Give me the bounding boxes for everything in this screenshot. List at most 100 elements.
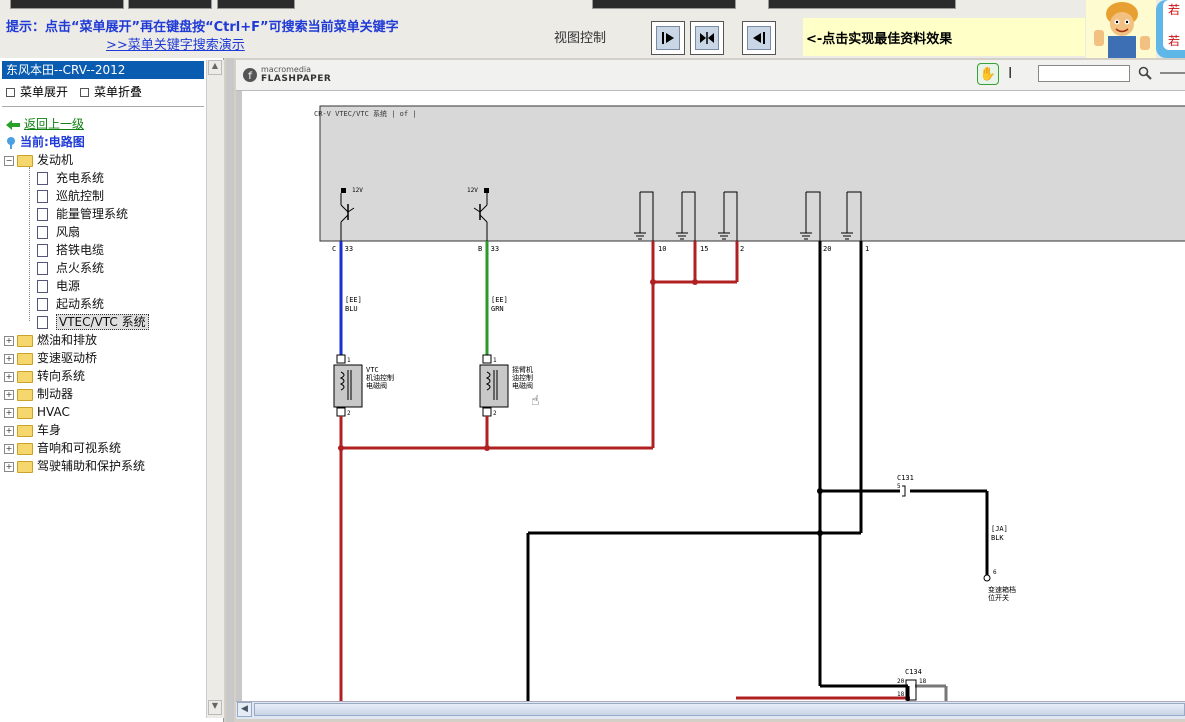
- tree-folder[interactable]: + 制动器: [4, 385, 73, 403]
- expand-toggle-icon[interactable]: +: [4, 425, 14, 436]
- top-tab-5[interactable]: [768, 0, 956, 9]
- view-split-button[interactable]: [690, 21, 724, 55]
- best-effect-label: <-点击实现最佳资料效果: [806, 32, 953, 47]
- top-tab-3[interactable]: [217, 0, 295, 9]
- tree-item[interactable]: 巡航控制: [37, 187, 104, 205]
- valve-label: 油控制: [512, 373, 533, 382]
- splitter[interactable]: [226, 58, 234, 722]
- tree-folder-engine[interactable]: − 发动机: [4, 151, 73, 169]
- document-icon: [37, 172, 48, 185]
- hand-cursor-icon: ☝: [531, 393, 539, 409]
- tree-item[interactable]: 搭铁电缆: [37, 241, 104, 259]
- top-tab-2[interactable]: [128, 0, 212, 9]
- tree-folder[interactable]: + HVAC: [4, 403, 70, 421]
- tree-item[interactable]: 点火系统: [37, 259, 104, 277]
- wiring-diagram: CR-V VTEC/VTC 系统 | of | 12V 12V C 33 B 3…: [314, 105, 1185, 701]
- back-link[interactable]: 返回上一级: [6, 115, 84, 132]
- document-icon: [37, 298, 48, 311]
- split-arrows-icon: [700, 32, 714, 44]
- sidebar-title: 东风本田--CRV--2012: [2, 61, 204, 79]
- expand-toggle-icon[interactable]: +: [4, 443, 14, 454]
- text-select-tool-button[interactable]: I: [1008, 64, 1012, 82]
- arrow-right-icon: [662, 32, 674, 44]
- tree-folder[interactable]: + 音响和可视系统: [4, 439, 121, 457]
- tree-item[interactable]: 电源: [37, 277, 80, 295]
- mascot-icon: [1086, 0, 1156, 58]
- tree-folder[interactable]: + 驾驶辅助和保护系统: [4, 457, 145, 475]
- top-tab-4[interactable]: [592, 0, 736, 9]
- collapse-toggle-icon[interactable]: −: [4, 155, 14, 166]
- tree-item[interactable]: 起动系统: [37, 295, 104, 313]
- search-icon[interactable]: [1138, 66, 1152, 80]
- tree-folder[interactable]: + 转向系统: [4, 367, 85, 385]
- folder-icon: [17, 352, 33, 365]
- scroll-left-icon[interactable]: ◀: [237, 702, 252, 717]
- pin-label: 10: [658, 245, 666, 253]
- document-icon: [37, 280, 48, 293]
- sidebar-scrollbar[interactable]: ▲ ▼: [206, 60, 224, 718]
- wire-color: BLU: [345, 305, 358, 313]
- menu-expand-button[interactable]: 菜单展开: [6, 83, 68, 100]
- document-icon: [37, 244, 48, 257]
- expand-toggle-icon[interactable]: +: [4, 461, 14, 472]
- tree-item-selected[interactable]: VTEC/VTC 系统: [37, 313, 149, 331]
- text-cursor-icon: I: [1008, 64, 1013, 82]
- valve-label: 摇臂机: [512, 365, 533, 374]
- folder-icon: [17, 388, 33, 401]
- tree-folder[interactable]: + 车身: [4, 421, 61, 439]
- tree-folder[interactable]: + 变速驱动桥: [4, 349, 97, 367]
- switch-label: 位开关: [988, 593, 1009, 602]
- tree-folder[interactable]: + 燃油和排放: [4, 331, 97, 349]
- voltage-label: 12V: [352, 187, 363, 194]
- hand-tool-button[interactable]: ✋: [977, 63, 999, 85]
- menu-collapse-button[interactable]: 菜单折叠: [80, 83, 142, 100]
- current-location: 当前:电路图: [6, 133, 85, 150]
- hand-icon: ✋: [979, 66, 997, 82]
- view-control-label: 视图控制: [554, 31, 607, 46]
- top-tab-1[interactable]: [10, 0, 124, 9]
- expand-toggle-icon[interactable]: +: [4, 353, 14, 364]
- folder-icon: [17, 424, 33, 437]
- connector-label: C134: [905, 668, 922, 676]
- zoom-slider[interactable]: [1160, 72, 1185, 74]
- wire-code: [EE]: [345, 296, 362, 304]
- scroll-thumb[interactable]: [254, 703, 1185, 716]
- valve-label: 电磁阀: [366, 381, 387, 390]
- connector-label: B 33: [478, 245, 499, 253]
- wire-color: BLK: [991, 534, 1004, 542]
- folder-icon: [17, 442, 33, 455]
- tree-item[interactable]: 风扇: [37, 223, 80, 241]
- folder-icon: [17, 334, 33, 347]
- document-icon: [37, 262, 48, 275]
- document-icon: [37, 226, 48, 239]
- search-input[interactable]: [1038, 65, 1130, 82]
- tree-item[interactable]: 充电系统: [37, 169, 104, 187]
- valve-label: 电磁阀: [512, 381, 533, 390]
- scroll-down-icon[interactable]: ▼: [208, 700, 222, 715]
- pin-label: 20: [897, 678, 905, 685]
- expand-toggle-icon[interactable]: +: [4, 335, 14, 346]
- pin-label: 5: [897, 483, 901, 490]
- right-promo-text-2: 若: [1168, 34, 1181, 48]
- connector-label: C 33: [332, 245, 353, 253]
- scroll-up-icon[interactable]: ▲: [208, 60, 222, 75]
- pin-label: 18: [897, 691, 905, 698]
- right-promo-text-1: 若: [1168, 3, 1181, 17]
- back-arrow-icon: [6, 119, 20, 130]
- view-collapse-button[interactable]: [742, 21, 776, 55]
- sidebar-divider: [2, 106, 204, 107]
- pin-label: 1: [493, 357, 497, 364]
- expand-toggle-icon[interactable]: +: [4, 389, 14, 400]
- view-expand-button[interactable]: [651, 21, 685, 55]
- search-demo-link[interactable]: >>菜单关键字搜索演示: [106, 34, 245, 53]
- document-icon: [37, 208, 48, 221]
- expand-toggle-icon[interactable]: +: [4, 407, 14, 418]
- wire-code: [EE]: [491, 296, 508, 304]
- document-icon: [37, 316, 48, 329]
- expand-toggle-icon[interactable]: +: [4, 371, 14, 382]
- pin-label: 18: [919, 678, 927, 685]
- expand-icon: [6, 88, 15, 97]
- wire-color: GRN: [491, 305, 504, 313]
- tree-item[interactable]: 能量管理系统: [37, 205, 128, 223]
- pin-label: 15: [700, 245, 708, 253]
